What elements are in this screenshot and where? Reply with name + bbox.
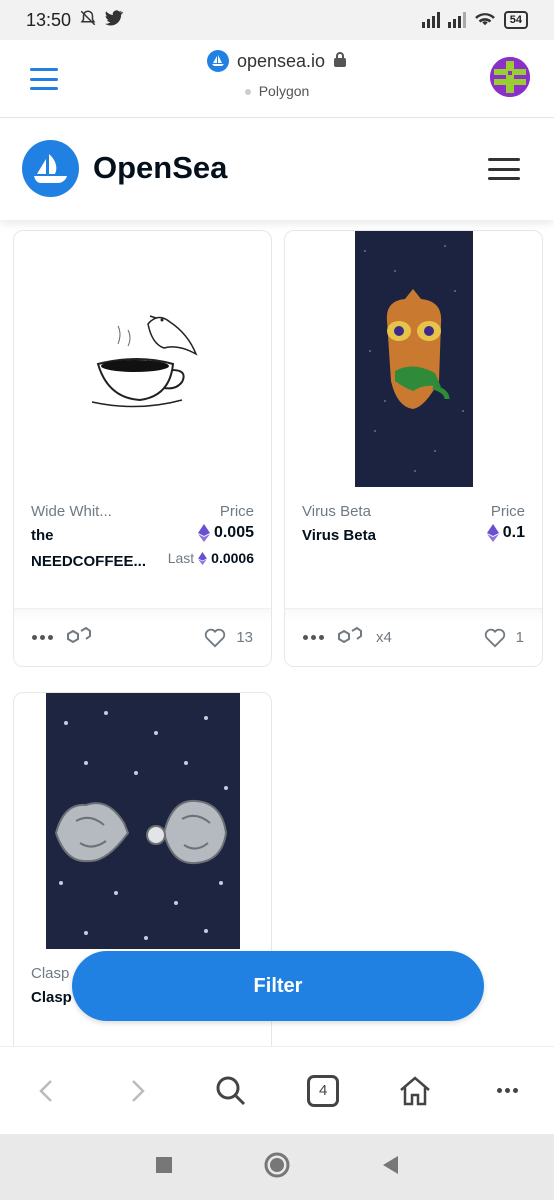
nft-price: 0.1 (486, 524, 525, 542)
status-bar: 13:50 54 (0, 0, 554, 40)
heart-icon (484, 628, 505, 647)
url-text: opensea.io (236, 50, 326, 71)
last-sale: Last 0.0006 (167, 550, 254, 566)
nft-price: 0.005 (197, 524, 254, 542)
home-button[interactable] (385, 1061, 445, 1121)
square-icon (156, 1156, 172, 1173)
home-icon (400, 1075, 431, 1105)
search-icon (216, 1076, 245, 1105)
eth-icon (486, 524, 499, 542)
wifi-icon (474, 9, 496, 32)
site-menu-icon[interactable] (488, 158, 520, 180)
more-options-icon[interactable] (32, 635, 53, 640)
network-label: Polygon (258, 83, 310, 99)
nft-name-line2: NEEDCOFFEE... (31, 553, 147, 570)
back-button[interactable] (16, 1061, 76, 1121)
recents-button[interactable] (155, 1156, 173, 1179)
favorite-count: 1 (515, 629, 524, 646)
nft-image-virus-beta (285, 231, 542, 487)
favorite-count: 13 (236, 629, 253, 646)
chevron-right-icon (132, 1079, 146, 1102)
nft-name: the (31, 527, 54, 544)
url-display[interactable]: opensea.io Polygon (0, 50, 554, 99)
network-dot-icon (244, 89, 251, 96)
favorite-button[interactable]: 1 (484, 628, 524, 648)
more-menu-button[interactable] (478, 1061, 538, 1121)
polygon-chain-icon (338, 626, 362, 649)
browser-address-bar: opensea.io Polygon (0, 40, 554, 118)
home-nav-button[interactable] (263, 1151, 291, 1184)
filter-button[interactable]: Filter (72, 951, 484, 1021)
nft-image-coffee-bird (14, 231, 271, 487)
chevron-left-icon (39, 1079, 53, 1102)
triangle-back-icon (383, 1155, 398, 1174)
nft-name: Clasp (31, 989, 72, 1006)
browser-toolbar: 4 (0, 1046, 554, 1134)
forward-button[interactable] (108, 1061, 168, 1121)
tabs-count: 4 (307, 1074, 340, 1107)
nft-name: Virus Beta (302, 527, 376, 544)
back-nav-button[interactable] (381, 1155, 399, 1180)
collection-name[interactable]: Virus Beta (302, 503, 371, 520)
eth-icon (197, 524, 210, 542)
android-nav-bar (0, 1134, 554, 1200)
nft-card[interactable]: Wide Whit... Price the 0.005 NEEDCOFFEE.… (13, 230, 272, 667)
twitter-icon (105, 9, 124, 31)
status-time: 13:50 (26, 9, 72, 30)
eth-icon (198, 551, 208, 565)
more-icon (497, 1088, 519, 1093)
cell-signal-2-icon (447, 12, 466, 28)
nft-card[interactable]: Virus Beta Price Virus Beta 0.1 x4 1 (284, 230, 543, 667)
site-favicon-icon (206, 50, 229, 72)
site-title[interactable]: OpenSea (93, 150, 227, 186)
collection-name[interactable]: Wide Whit... (31, 503, 112, 520)
nft-image-clasp (14, 693, 271, 949)
search-button[interactable] (201, 1061, 261, 1121)
battery-icon: 54 (503, 11, 528, 29)
polygon-chain-icon (67, 626, 91, 649)
lock-icon (333, 51, 347, 72)
circle-icon (264, 1152, 290, 1177)
heart-icon (205, 628, 226, 647)
tabs-button[interactable]: 4 (293, 1061, 353, 1121)
more-options-icon[interactable] (303, 635, 324, 640)
price-label: Price (490, 503, 525, 520)
price-label: Price (219, 503, 254, 520)
opensea-logo-icon[interactable] (22, 140, 79, 197)
site-header: OpenSea (0, 118, 554, 220)
wallet-avatar[interactable] (490, 57, 530, 97)
favorite-button[interactable]: 13 (204, 628, 253, 648)
edition-count: x4 (376, 629, 392, 646)
cell-signal-icon (421, 12, 440, 28)
collection-name[interactable]: Clasp (31, 965, 69, 982)
notifications-off-icon (79, 9, 97, 32)
